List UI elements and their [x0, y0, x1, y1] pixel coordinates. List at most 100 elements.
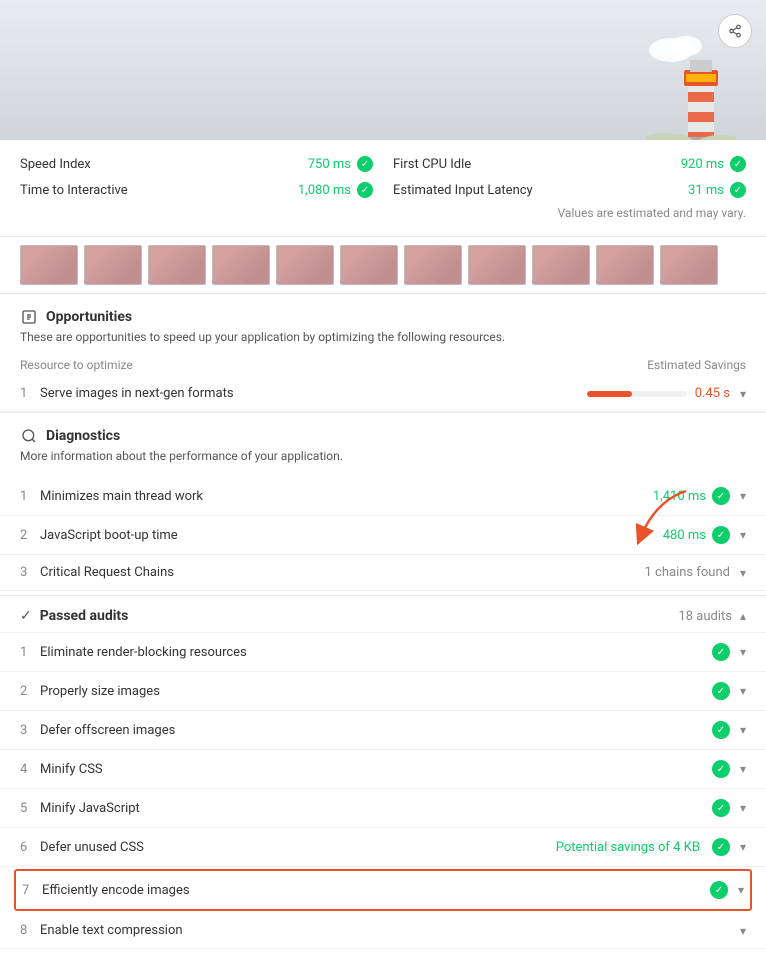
passed-row-6[interactable]: 6 Defer unused CSS Potential savings of …: [0, 828, 766, 867]
diagnostic-number-3: 3: [20, 565, 40, 580]
check-icon-diag2: ✓: [712, 526, 730, 544]
filmstrip-thumb-3: [148, 245, 206, 285]
metric-time-to-interactive: Time to Interactive 1,080 ms ✓: [20, 182, 373, 198]
check-icon-passed4: ✓: [712, 760, 730, 778]
passed-number-5: 5: [20, 801, 40, 816]
chevron-down-icon-opp1: ▾: [740, 387, 746, 401]
passed-row-4[interactable]: 4 Minify CSS ✓ ▾: [0, 750, 766, 789]
passed-value-1: ✓ ▾: [712, 643, 746, 661]
opportunities-title: Opportunities: [46, 309, 132, 325]
metrics-grid: Speed Index 750 ms ✓ First CPU Idle 920 …: [20, 156, 746, 198]
diagnostic-label-2: JavaScript boot-up time: [40, 528, 663, 543]
passed-label-4: Minify CSS: [40, 762, 712, 777]
passed-row-8[interactable]: 8 Enable text compression ▾: [0, 913, 766, 949]
opportunities-section: Opportunities These are opportunities to…: [0, 294, 766, 344]
diagnostic-value-3: 1 chains found ▾: [645, 565, 746, 580]
passed-row-5[interactable]: 5 Minify JavaScript ✓ ▾: [0, 789, 766, 828]
passed-audits-header[interactable]: ✓ Passed audits 18 audits ▴: [0, 595, 766, 633]
savings-value-1: 0.45 s: [695, 386, 730, 401]
metric-first-cpu-idle: First CPU Idle 920 ms ✓: [393, 156, 746, 172]
passed-label-5: Minify JavaScript: [40, 801, 712, 816]
filmstrip-thumb-5: [276, 245, 334, 285]
savings-text-6: Potential savings of 4 KB: [556, 840, 700, 855]
diagnostic-row-1[interactable]: 1 Minimizes main thread work 1,410 ms ✓ …: [0, 477, 766, 516]
passed-audits-count: 18 audits: [678, 609, 732, 624]
filmstrip-thumb-11: [660, 245, 718, 285]
diagnostics-icon: [20, 427, 38, 445]
passed-value-5: ✓ ▾: [712, 799, 746, 817]
passed-number-4: 4: [20, 762, 40, 777]
filmstrip-thumb-9: [532, 245, 590, 285]
passed-label-7: Efficiently encode images: [42, 883, 710, 898]
speed-index-check: ✓: [357, 156, 373, 172]
passed-number-8: 8: [20, 923, 40, 938]
diagnostics-section: Diagnostics More information about the p…: [0, 412, 766, 477]
passed-label-3: Defer offscreen images: [40, 723, 712, 738]
opportunity-row-1[interactable]: 1 Serve images in next-gen formats 0.45 …: [0, 376, 766, 412]
passed-number-2: 2: [20, 684, 40, 699]
speed-index-label: Speed Index: [20, 157, 91, 172]
metrics-section: Speed Index 750 ms ✓ First CPU Idle 920 …: [0, 140, 766, 237]
passed-row-7[interactable]: 7 Efficiently encode images ✓ ▾: [16, 871, 750, 909]
input-latency-label: Estimated Input Latency: [393, 183, 533, 198]
passed-row-2[interactable]: 2 Properly size images ✓ ▾: [0, 672, 766, 711]
chevron-down-icon-passed3: ▾: [740, 723, 746, 737]
passed-number-1: 1: [20, 645, 40, 660]
passed-value-2: ✓ ▾: [712, 682, 746, 700]
passed-value-3: ✓ ▾: [712, 721, 746, 739]
passed-number-7: 7: [22, 883, 42, 898]
passed-number-6: 6: [20, 840, 40, 855]
input-latency-check: ✓: [730, 182, 746, 198]
filmstrip: [0, 237, 766, 294]
chevron-down-icon-passed4: ▾: [740, 762, 746, 776]
passed-value-6: Potential savings of 4 KB ✓ ▾: [556, 838, 746, 856]
filmstrip-thumb-2: [84, 245, 142, 285]
passed-row-7-wrapper: 7 Efficiently encode images ✓ ▾: [14, 869, 752, 911]
diagnostic-label-3: Critical Request Chains: [40, 565, 645, 580]
check-icon-diag1: ✓: [712, 487, 730, 505]
passed-row-3[interactable]: 3 Defer offscreen images ✓ ▾: [0, 711, 766, 750]
check-icon-passed3: ✓: [712, 721, 730, 739]
chevron-down-icon-diag3: ▾: [740, 566, 746, 580]
savings-bar: [587, 391, 687, 397]
speed-index-value: 750 ms ✓: [308, 156, 373, 172]
diagnostic-row-3[interactable]: 3 Critical Request Chains 1 chains found…: [0, 555, 766, 591]
metric-speed-index: Speed Index 750 ms ✓: [20, 156, 373, 172]
time-to-interactive-check: ✓: [357, 182, 373, 198]
opportunities-desc: These are opportunities to speed up your…: [20, 330, 746, 344]
passed-label-8: Enable text compression: [40, 923, 736, 938]
col-savings: Estimated Savings: [647, 358, 746, 372]
savings-bar-fill: [587, 391, 632, 397]
savings-bar-container: 0.45 s: [587, 386, 730, 401]
filmstrip-thumb-7: [404, 245, 462, 285]
passed-label-2: Properly size images: [40, 684, 712, 699]
lighthouse-illustration: [646, 30, 736, 140]
time-to-interactive-label: Time to Interactive: [20, 183, 128, 198]
diagnostic-label-1: Minimizes main thread work: [40, 489, 653, 504]
opportunity-number-1: 1: [20, 386, 40, 401]
opportunity-value-1: 0.45 s ▾: [587, 386, 746, 401]
metric-input-latency: Estimated Input Latency 31 ms ✓: [393, 182, 746, 198]
diagnostics-header: Diagnostics: [20, 427, 746, 445]
diagnostic-number-1: 1: [20, 489, 40, 504]
chevron-down-icon-passed7: ▾: [738, 883, 744, 897]
chevron-down-icon-passed2: ▾: [740, 684, 746, 698]
chevron-down-icon-passed1: ▾: [740, 645, 746, 659]
chevron-down-icon-diag1: ▾: [740, 489, 746, 503]
check-icon-passed7: ✓: [710, 881, 728, 899]
passed-value-4: ✓ ▾: [712, 760, 746, 778]
passed-check-icon: ✓: [20, 608, 32, 624]
check-icon-passed1: ✓: [712, 643, 730, 661]
diagnostic-row-2[interactable]: 2 JavaScript boot-up time 480 ms ✓ ▾: [0, 516, 766, 555]
diagnostics-title: Diagnostics: [46, 428, 120, 444]
opportunity-label-1: Serve images in next-gen formats: [40, 386, 587, 401]
chevron-down-icon-passed6: ▾: [740, 840, 746, 854]
filmstrip-thumb-10: [596, 245, 654, 285]
filmstrip-thumb-4: [212, 245, 270, 285]
diagnostics-desc: More information about the performance o…: [20, 449, 746, 463]
opportunities-header: Opportunities: [20, 308, 746, 326]
passed-row-1[interactable]: 1 Eliminate render-blocking resources ✓ …: [0, 633, 766, 672]
time-to-interactive-value: 1,080 ms ✓: [298, 182, 373, 198]
diagnostic-value-2: 480 ms ✓ ▾: [663, 526, 746, 544]
chevron-down-icon-passed5: ▾: [740, 801, 746, 815]
